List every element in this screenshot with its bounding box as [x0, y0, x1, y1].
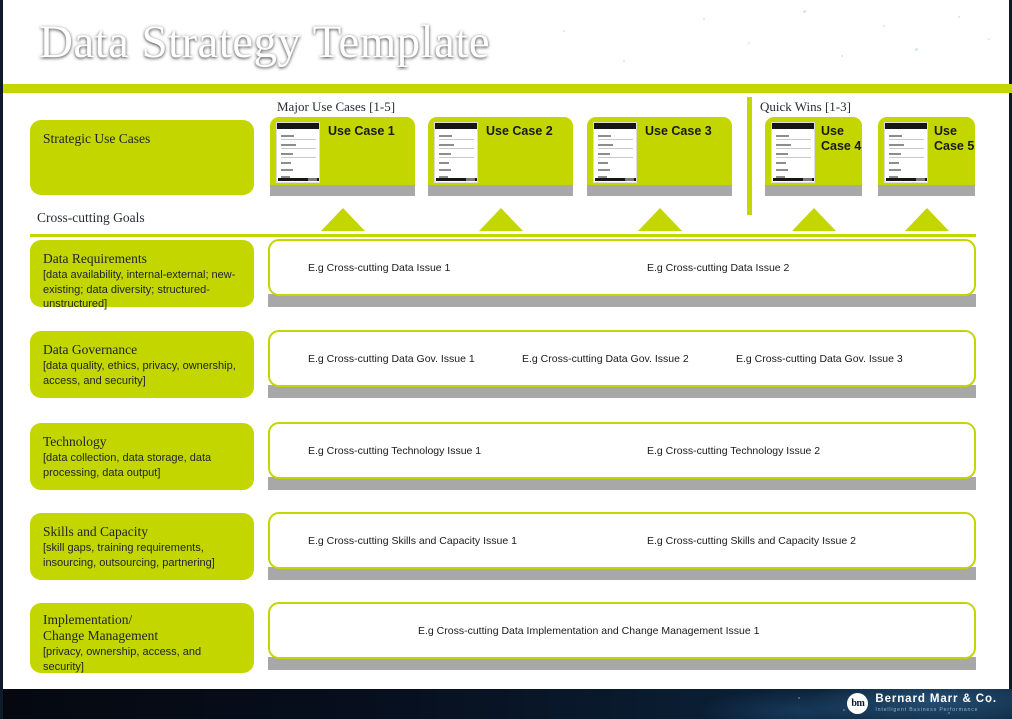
label-heading: Data Requirements — [43, 251, 147, 266]
major-use-cases-caption: Major Use Cases [1-5] — [277, 99, 396, 114]
use-case-thumbnail — [884, 122, 928, 183]
flow-arrow-4 — [792, 208, 836, 231]
label-sub: [data availability, internal-external; n… — [43, 269, 236, 310]
slide-header: Data Strategy Template — [3, 0, 1012, 84]
label-implementation-change-management: Implementation/ Change Management [priva… — [30, 603, 254, 673]
row-item: E.g Cross-cutting Skills and Capacity Is… — [308, 534, 517, 547]
label-heading: Strategic Use Cases — [43, 131, 151, 146]
label-heading: Technology — [43, 434, 107, 449]
use-case-label: Use Case 1 — [328, 124, 395, 138]
label-sub: [data quality, ethics, privacy, ownershi… — [43, 360, 236, 387]
row-box[interactable]: E.g Cross-cutting Technology Issue 1 E.g… — [268, 422, 976, 479]
slide-canvas: Data Strategy Template Major Use Cases [… — [0, 0, 1012, 719]
card-shadow — [765, 185, 862, 196]
label-strategic-use-cases: Strategic Use Cases — [30, 120, 254, 195]
use-case-card-4[interactable]: Use Case 4 — [765, 117, 862, 196]
logo-name: Bernard Marr & Co. — [875, 692, 997, 705]
header-accent-band — [3, 84, 1012, 93]
label-heading: Implementation/ Change Management — [43, 612, 159, 643]
row-item: E.g Cross-cutting Skills and Capacity Is… — [647, 534, 856, 547]
content-row-data-governance[interactable]: E.g Cross-cutting Data Gov. Issue 1 E.g … — [268, 330, 976, 398]
content-row-data-requirements[interactable]: E.g Cross-cutting Data Issue 1 E.g Cross… — [268, 239, 976, 307]
logo-tagline: Intelligent Business Performance — [875, 706, 979, 713]
use-case-card-1[interactable]: Use Case 1 — [270, 117, 415, 196]
label-data-requirements: Data Requirements [data availability, in… — [30, 240, 254, 310]
use-case-card-5[interactable]: Use Case 5 — [878, 117, 975, 196]
card-shadow — [428, 185, 573, 196]
row-item: E.g Cross-cutting Data Issue 1 — [308, 261, 451, 274]
flow-arrow-2 — [479, 208, 523, 231]
label-heading: Data Governance — [43, 342, 138, 357]
use-case-thumbnail — [593, 122, 637, 183]
use-case-card-3[interactable]: Use Case 3 — [587, 117, 732, 196]
label-skills-and-capacity: Skills and Capacity [skill gaps, trainin… — [30, 513, 254, 580]
card-shadow — [270, 185, 415, 196]
use-case-thumbnail — [771, 122, 815, 183]
label-sub: [skill gaps, training requirements, inso… — [43, 542, 215, 569]
content-row-technology[interactable]: E.g Cross-cutting Technology Issue 1 E.g… — [268, 422, 976, 490]
section-rule — [30, 234, 976, 237]
quick-wins-caption: Quick Wins [1-3] — [760, 99, 851, 114]
group-divider — [747, 97, 752, 215]
use-case-label: Use Case 3 — [645, 124, 712, 138]
row-item: E.g Cross-cutting Data Gov. Issue 2 — [522, 352, 689, 365]
use-case-thumbnail — [434, 122, 478, 183]
row-item: E.g Cross-cutting Data Gov. Issue 1 — [308, 352, 475, 365]
use-case-card-2[interactable]: Use Case 2 — [428, 117, 573, 196]
row-box[interactable]: E.g Cross-cutting Data Implementation an… — [268, 602, 976, 659]
content-row-skills-and-capacity[interactable]: E.g Cross-cutting Skills and Capacity Is… — [268, 512, 976, 580]
flow-arrow-5 — [905, 208, 949, 231]
label-heading: Skills and Capacity — [43, 524, 148, 539]
row-box[interactable]: E.g Cross-cutting Skills and Capacity Is… — [268, 512, 976, 569]
flow-arrow-1 — [321, 208, 365, 231]
brand-logo[interactable]: bm Bernard Marr & Co. Intelligent Busine… — [847, 693, 997, 714]
flow-arrow-3 — [638, 208, 682, 231]
row-box[interactable]: E.g Cross-cutting Data Issue 1 E.g Cross… — [268, 239, 976, 296]
card-shadow — [587, 185, 732, 196]
label-technology: Technology [data collection, data storag… — [30, 423, 254, 490]
logo-mark-icon: bm — [847, 693, 869, 714]
row-box[interactable]: E.g Cross-cutting Data Gov. Issue 1 E.g … — [268, 330, 976, 387]
use-case-thumbnail — [276, 122, 320, 183]
use-case-label: Use Case 4 — [821, 124, 862, 153]
row-item: E.g Cross-cutting Technology Issue 2 — [647, 444, 821, 457]
row-item: E.g Cross-cutting Data Implementation an… — [418, 624, 760, 637]
label-data-governance: Data Governance [data quality, ethics, p… — [30, 331, 254, 398]
row-item: E.g Cross-cutting Technology Issue 1 — [308, 444, 482, 457]
cross-cutting-goals-caption: Cross-cutting Goals — [37, 210, 145, 225]
label-sub: [privacy, ownership, access, and securit… — [43, 646, 202, 673]
slide-footer: bm Bernard Marr & Co. Intelligent Busine… — [3, 689, 1012, 719]
row-item: E.g Cross-cutting Data Issue 2 — [647, 261, 790, 274]
page-title: Data Strategy Template — [39, 16, 490, 68]
content-row-implementation[interactable]: E.g Cross-cutting Data Implementation an… — [268, 602, 976, 670]
use-case-label: Use Case 5 — [934, 124, 975, 153]
row-item: E.g Cross-cutting Data Gov. Issue 3 — [736, 352, 903, 365]
use-case-label: Use Case 2 — [486, 124, 553, 138]
card-shadow — [878, 185, 975, 196]
label-sub: [data collection, data storage, data pro… — [43, 452, 212, 479]
